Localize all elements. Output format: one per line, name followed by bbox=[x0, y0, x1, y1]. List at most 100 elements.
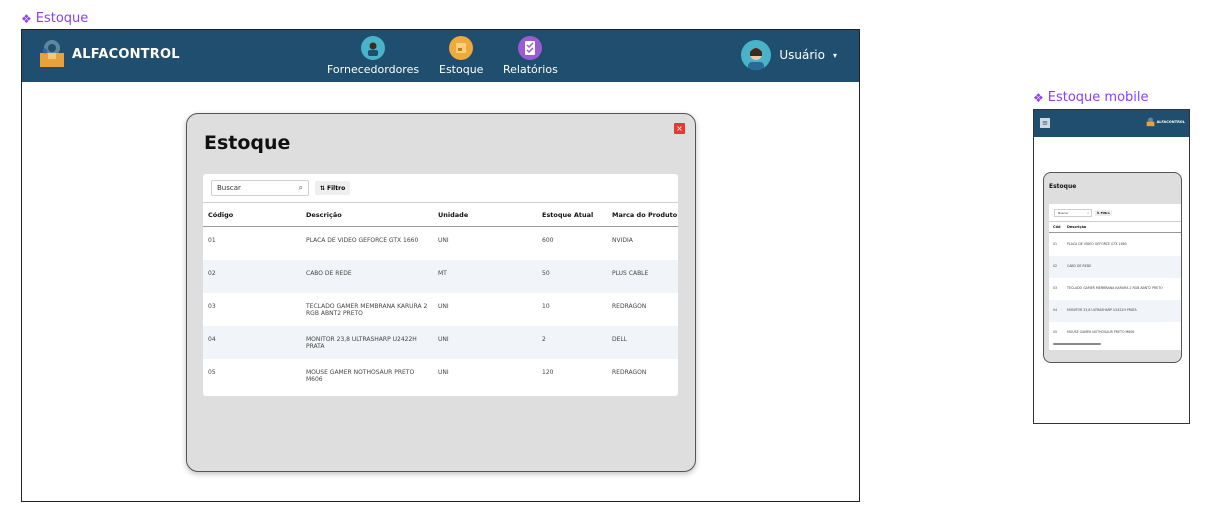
cell-estoque: 50 bbox=[542, 259, 612, 293]
cell-codigo: 04 bbox=[203, 325, 306, 359]
mobile-frame: ≡ ALFACONTROL Estoque Buscar ⌕ ⇅ Filtro … bbox=[1033, 109, 1190, 424]
nav-item-relatorios[interactable]: Relatórios bbox=[503, 36, 558, 76]
search-input[interactable]: Buscar ⌕ bbox=[211, 180, 309, 196]
cell-unidade: UNI bbox=[438, 368, 449, 376]
mobile-cell-descricao: MOUSE GAMER NOTHOSAUR PRETO M606 bbox=[1067, 330, 1135, 334]
cell-unidade: UNI bbox=[438, 302, 449, 310]
mobile-cell-codigo: 05 bbox=[1053, 330, 1058, 334]
mobile-frame-label: ❖ Estoque mobile bbox=[1033, 90, 1149, 105]
desktop-frame-label: ❖ Estoque bbox=[21, 11, 88, 26]
modal-title: Estoque bbox=[204, 132, 291, 154]
filter-icon: ⇅ bbox=[1097, 211, 1100, 215]
stock-modal: × Estoque Buscar ⌕ ⇅ Filtro Código Descr… bbox=[186, 113, 696, 472]
nav-item-fornecedores[interactable]: Fornecedordores bbox=[327, 36, 419, 76]
table-row[interactable]: 01 PLACA DE VIDEO GEFORCE GTX 1660 UNI 6… bbox=[203, 227, 678, 260]
nav-item-estoque[interactable]: Estoque bbox=[439, 36, 483, 76]
filter-icon: ⇅ bbox=[320, 184, 326, 192]
mobile-cell-codigo: 01 bbox=[1053, 242, 1058, 246]
stock-table-card: Buscar ⌕ ⇅ Filtro Código Descrição Unida… bbox=[203, 174, 678, 396]
nav-label-relatorios: Relatórios bbox=[503, 63, 558, 76]
filter-label: Filtro bbox=[327, 184, 346, 192]
table-row[interactable]: 03 TECLADO GAMER MEMBRANA KARURA 2 RGB A… bbox=[203, 293, 678, 326]
mobile-search-placeholder: Buscar bbox=[1058, 211, 1069, 215]
user-name: Usuário bbox=[779, 48, 825, 62]
mobile-cell-descricao: MONITOR 23,8 ULTRASHARP U2422H PRATA bbox=[1067, 308, 1137, 312]
report-icon bbox=[518, 36, 543, 60]
user-avatar-icon bbox=[741, 40, 772, 70]
nav-label-estoque: Estoque bbox=[439, 63, 484, 76]
nav-label-fornecedores: Fornecedordores bbox=[327, 63, 420, 76]
cell-marca: PLUS CABLE bbox=[612, 259, 678, 293]
col-header-codigo[interactable]: Código bbox=[203, 202, 306, 227]
mobile-cell-descricao: PLACA DE VIDEO GEFORCE GTX 1660 bbox=[1067, 242, 1127, 246]
component-icon: ❖ bbox=[1033, 90, 1044, 105]
cell-marca: DELL bbox=[612, 325, 678, 359]
cell-descricao: MOUSE GAMER NOTHOSAUR PRETO M606 bbox=[306, 368, 415, 383]
horizontal-scrollbar[interactable] bbox=[1053, 343, 1101, 345]
brand[interactable]: ALFACONTROL bbox=[38, 39, 180, 69]
desktop-frame: ALFACONTROL Fornecedordores Estoque Rela… bbox=[21, 29, 860, 502]
supplier-icon bbox=[361, 36, 386, 60]
cell-unidade: UNI bbox=[438, 325, 542, 359]
warehouse-logo-icon bbox=[1146, 117, 1154, 127]
mobile-table-row[interactable]: 02 CABO DE REDE bbox=[1049, 256, 1181, 278]
mobile-table-row[interactable]: 03 TECLADO GAMER MEMBRANA KARURA 2 RGB A… bbox=[1049, 278, 1181, 300]
cell-descricao: CABO DE REDE bbox=[306, 259, 438, 293]
top-navbar: ALFACONTROL Fornecedordores Estoque Rela… bbox=[22, 30, 859, 82]
desktop-frame-title: Estoque bbox=[35, 11, 89, 26]
mobile-brand[interactable]: ALFACONTROL bbox=[1146, 117, 1185, 127]
mobile-table-row[interactable]: 04 MONITOR 23,8 ULTRASHARP U2422H PRATA bbox=[1049, 300, 1181, 322]
search-placeholder: Buscar bbox=[217, 184, 241, 192]
mobile-cell-codigo: 02 bbox=[1053, 264, 1058, 268]
table-row[interactable]: 02 CABO DE REDE MT 50 PLUS CABLE bbox=[203, 259, 678, 293]
cell-unidade: UNI bbox=[438, 237, 449, 244]
search-icon: ⌕ bbox=[1087, 211, 1089, 215]
col-header-estoque-atual[interactable]: Estoque Atual bbox=[542, 202, 612, 227]
cell-codigo: 01 bbox=[208, 237, 216, 244]
cell-estoque: 10 bbox=[542, 302, 550, 310]
mobile-table-row[interactable]: 05 MOUSE GAMER NOTHOSAUR PRETO M606 bbox=[1049, 322, 1181, 344]
col-header-marca[interactable]: Marca do Produto bbox=[612, 202, 678, 227]
mobile-table-card: Buscar ⌕ ⇅ Filtro Cód Descrição 01 PLACA… bbox=[1049, 204, 1181, 350]
table-row[interactable]: 04 MONITOR 23,8 ULTRASHARP U2422H PRATA … bbox=[203, 325, 678, 359]
cell-descricao: TECLADO GAMER MEMBRANA KARURA 2 RGB ABNT… bbox=[306, 302, 428, 317]
filter-button[interactable]: ⇅ Filtro bbox=[315, 181, 351, 195]
mobile-filter-button[interactable]: ⇅ Filtro bbox=[1095, 210, 1112, 216]
close-icon[interactable]: × bbox=[674, 123, 685, 134]
col-header-descricao[interactable]: Descrição bbox=[306, 202, 438, 227]
mobile-cell-codigo: 03 bbox=[1053, 286, 1058, 290]
brand-name: ALFACONTROL bbox=[72, 46, 180, 62]
mobile-brand-name: ALFACONTROL bbox=[1156, 120, 1185, 124]
cell-unidade: MT bbox=[438, 259, 542, 293]
mobile-modal-title: Estoque bbox=[1049, 183, 1077, 190]
user-menu[interactable]: Usuário ▾ bbox=[741, 40, 837, 70]
component-icon: ❖ bbox=[21, 11, 32, 26]
col-header-unidade[interactable]: Unidade bbox=[438, 202, 542, 227]
hamburger-menu-icon[interactable]: ≡ bbox=[1040, 118, 1050, 128]
mobile-stock-modal: Estoque Buscar ⌕ ⇅ Filtro Cód Descrição … bbox=[1043, 172, 1182, 363]
cell-marca: NVIDIA bbox=[612, 237, 633, 244]
cell-codigo: 05 bbox=[208, 368, 216, 376]
mobile-cell-codigo: 04 bbox=[1053, 308, 1058, 312]
table-row[interactable]: 05 MOUSE GAMER NOTHOSAUR PRETO M606 UNI … bbox=[203, 359, 678, 392]
box-icon bbox=[449, 36, 474, 60]
cell-descricao: MONITOR 23,8 ULTRASHARP U2422H PRATA bbox=[306, 325, 438, 359]
cell-marca: REDRAGON bbox=[612, 368, 647, 376]
search-icon: ⌕ bbox=[298, 183, 303, 192]
mobile-cell-descricao: TECLADO GAMER MEMBRANA KARURA 2 RGB ABNT… bbox=[1067, 286, 1163, 290]
cell-marca: REDRAGON bbox=[612, 302, 647, 310]
mobile-filter-label: Filtro bbox=[1100, 211, 1110, 215]
cell-descricao: PLACA DE VIDEO GEFORCE GTX 1660 bbox=[306, 237, 419, 244]
mobile-col-header-descricao[interactable]: Descrição bbox=[1067, 225, 1086, 229]
table-header-row: Código Descrição Unidade Estoque Atual M… bbox=[203, 202, 678, 227]
cell-estoque: 120 bbox=[542, 368, 554, 376]
mobile-col-header-cod[interactable]: Cód bbox=[1053, 225, 1060, 229]
warehouse-logo-icon bbox=[40, 40, 64, 67]
mobile-search-input[interactable]: Buscar ⌕ bbox=[1054, 209, 1092, 217]
mobile-table-row[interactable]: 01 PLACA DE VIDEO GEFORCE GTX 1660 bbox=[1049, 234, 1181, 256]
cell-codigo: 03 bbox=[208, 302, 216, 310]
mobile-table-header: Cód Descrição bbox=[1049, 221, 1181, 233]
cell-estoque: 600 bbox=[542, 237, 554, 244]
cell-estoque: 2 bbox=[542, 325, 612, 359]
mobile-cell-descricao: CABO DE REDE bbox=[1067, 264, 1092, 268]
